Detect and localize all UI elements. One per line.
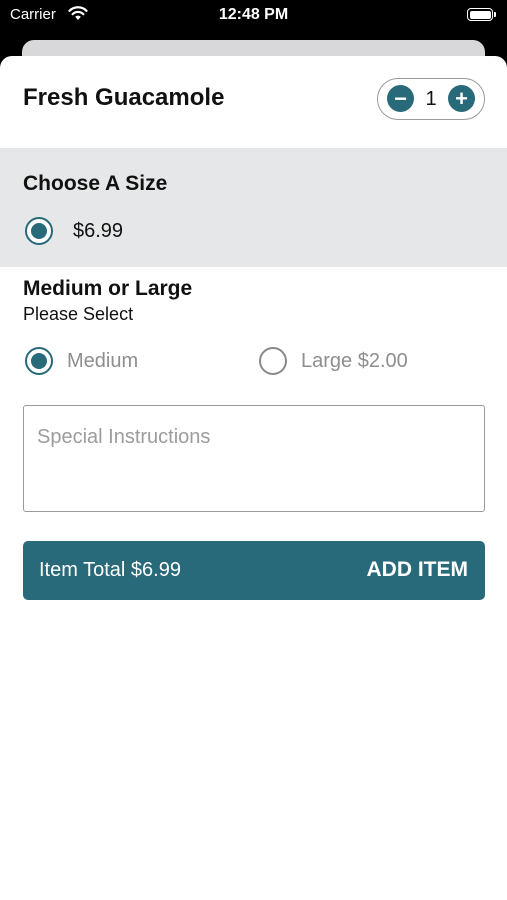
item-title: Fresh Guacamole (23, 84, 225, 111)
status-time: 12:48 PM (218, 6, 289, 23)
medium-radio[interactable] (25, 347, 53, 375)
add-item-button[interactable]: Item Total $6.99 ADD ITEM (23, 541, 485, 600)
size-section: Choose A Size $6.99 (0, 148, 507, 267)
item-total-label: Item Total $6.99 (39, 559, 181, 581)
battery-icon (467, 8, 496, 21)
status-bar: Carrier 12:48 PM (0, 0, 507, 36)
item-header: Fresh Guacamole − 1 + (0, 56, 507, 148)
size-section-title: Choose A Size (23, 172, 168, 195)
special-instructions-field[interactable]: Special Instructions (23, 405, 485, 512)
quantity-stepper: − 1 + (377, 78, 485, 120)
size-choice-subtitle: Please Select (23, 304, 134, 324)
size-option-radio[interactable] (25, 217, 53, 245)
item-sheet: Fresh Guacamole − 1 + Choose A Size $6.9… (0, 56, 507, 900)
size-option-label: $6.99 (73, 220, 124, 242)
large-radio[interactable] (259, 347, 287, 375)
size-choice-title: Medium or Large (23, 277, 193, 300)
medium-label: Medium (67, 350, 139, 372)
increase-quantity-button[interactable]: + (448, 85, 475, 112)
large-label: Large $2.00 (301, 350, 408, 372)
add-item-label: ADD ITEM (366, 558, 469, 581)
